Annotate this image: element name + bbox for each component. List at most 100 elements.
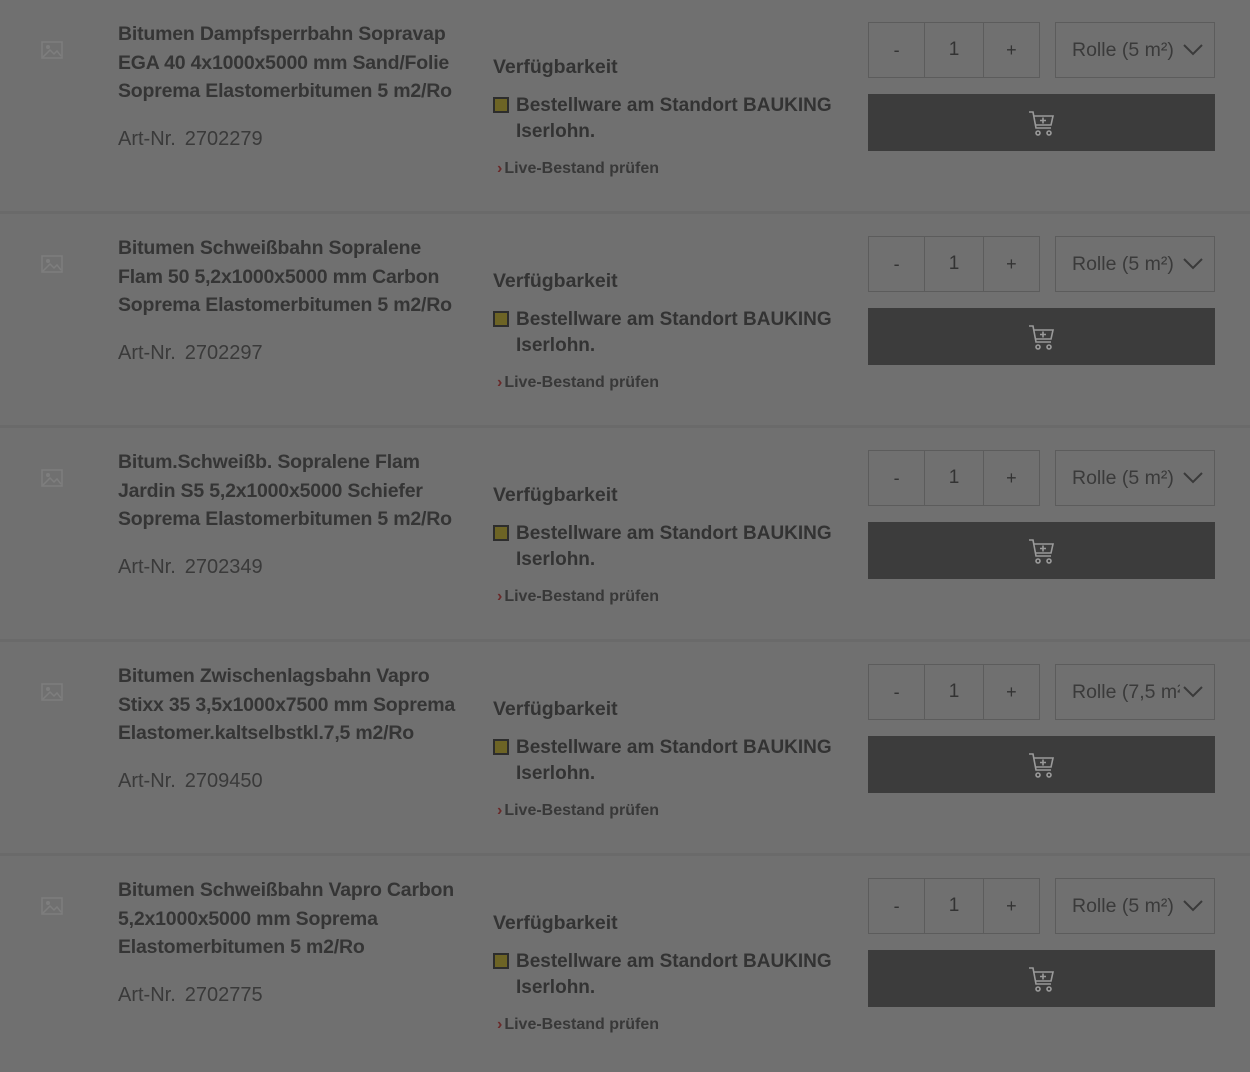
increment-button[interactable]: + (984, 23, 1039, 77)
art-nr-value: 2709450 (184, 770, 263, 792)
status-text: Bestellware am Standort BAUKING Iserlohn… (516, 737, 832, 784)
image-placeholder-icon[interactable] (40, 40, 64, 60)
quantity-stepper: - 1 + (868, 664, 1040, 720)
chevron-down-icon (1183, 472, 1203, 484)
status-text: Bestellware am Standort BAUKING Iserlohn… (516, 523, 832, 570)
unit-value: Rolle (7,5 m²) (1072, 680, 1180, 703)
product-title[interactable]: Bitum.Schweißb. Sopralene Flam Jardin S5… (118, 448, 468, 534)
add-to-cart-button[interactable] (868, 736, 1215, 793)
unit-select[interactable]: Rolle (7,5 m²) (1055, 664, 1215, 720)
product-title[interactable]: Bitumen Zwischenlagsbahn Vapro Stixx 35 … (118, 662, 468, 748)
status-text: Bestellware am Standort BAUKING Iserlohn… (516, 951, 832, 998)
art-nr-value: 2702349 (184, 556, 263, 578)
chevron-down-icon (1183, 686, 1203, 698)
quantity-input[interactable]: 1 (924, 665, 984, 719)
decrement-button[interactable]: - (869, 451, 924, 505)
image-placeholder-icon[interactable] (40, 896, 64, 916)
product-row: Bitumen Zwischenlagsbahn Vapro Stixx 35 … (0, 642, 1250, 856)
increment-button[interactable]: + (984, 451, 1039, 505)
quantity-stepper: - 1 + (868, 450, 1040, 506)
quantity-stepper: - 1 + (868, 878, 1040, 934)
product-row: Bitumen Schweißbahn Vapro Carbon 5,2x100… (0, 856, 1250, 1072)
quantity-input[interactable]: 1 (924, 23, 984, 77)
art-nr-label: Art-Nr. (118, 342, 176, 364)
live-stock-link[interactable]: › Live-Bestand prüfen (497, 1014, 659, 1036)
unit-value: Rolle (5 m²) (1072, 38, 1174, 61)
chevron-right-icon: › (497, 802, 503, 819)
decrement-button[interactable]: - (869, 879, 924, 933)
art-nr-label: Art-Nr. (118, 128, 176, 150)
unit-select[interactable]: Rolle (5 m²) (1055, 878, 1215, 934)
quantity-input[interactable]: 1 (924, 451, 984, 505)
availability-status: Bestellware am Standort BAUKING Iserlohn… (493, 521, 843, 573)
product-title[interactable]: Bitumen Schweißbahn Vapro Carbon 5,2x100… (118, 876, 468, 962)
increment-button[interactable]: + (984, 665, 1039, 719)
increment-button[interactable]: + (984, 237, 1039, 291)
live-stock-link[interactable]: › Live-Bestand prüfen (497, 372, 659, 394)
image-placeholder-icon[interactable] (40, 468, 64, 488)
product-row: Bitumen Schweißbahn Sopralene Flam 50 5,… (0, 214, 1250, 428)
live-stock-link[interactable]: › Live-Bestand prüfen (497, 158, 659, 180)
add-to-cart-button[interactable] (868, 94, 1215, 151)
add-to-cart-button[interactable] (868, 308, 1215, 365)
quantity-input[interactable]: 1 (924, 237, 984, 291)
cart-add-icon (1028, 752, 1054, 778)
unit-value: Rolle (5 m²) (1072, 466, 1174, 489)
unit-select[interactable]: Rolle (5 m²) (1055, 236, 1215, 292)
status-text: Bestellware am Standort BAUKING Iserlohn… (516, 95, 832, 142)
product-row: Bitum.Schweißb. Sopralene Flam Jardin S5… (0, 428, 1250, 642)
status-marker-icon (493, 953, 509, 969)
chevron-right-icon: › (497, 588, 503, 605)
live-stock-label: Live-Bestand prüfen (504, 1016, 660, 1033)
product-list: Bitumen Dampfsperrbahn Sopravap EGA 40 4… (0, 0, 1250, 1072)
status-text: Bestellware am Standort BAUKING Iserlohn… (516, 309, 832, 356)
availability-status: Bestellware am Standort BAUKING Iserlohn… (493, 93, 843, 145)
image-placeholder-icon[interactable] (40, 254, 64, 274)
live-stock-link[interactable]: › Live-Bestand prüfen (497, 586, 659, 608)
status-marker-icon (493, 311, 509, 327)
live-stock-label: Live-Bestand prüfen (504, 588, 660, 605)
product-title[interactable]: Bitumen Dampfsperrbahn Sopravap EGA 40 4… (118, 20, 468, 106)
unit-value: Rolle (5 m²) (1072, 252, 1174, 275)
status-marker-icon (493, 739, 509, 755)
image-placeholder-icon[interactable] (40, 682, 64, 702)
art-nr-value: 2702297 (184, 342, 263, 364)
unit-select[interactable]: Rolle (5 m²) (1055, 22, 1215, 78)
product-title[interactable]: Bitumen Schweißbahn Sopralene Flam 50 5,… (118, 234, 468, 320)
product-row: Bitumen Dampfsperrbahn Sopravap EGA 40 4… (0, 0, 1250, 214)
availability-heading: Verfügbarkeit (493, 484, 618, 506)
decrement-button[interactable]: - (869, 23, 924, 77)
cart-add-icon (1028, 324, 1054, 350)
chevron-right-icon: › (497, 374, 503, 391)
unit-select[interactable]: Rolle (5 m²) (1055, 450, 1215, 506)
live-stock-label: Live-Bestand prüfen (504, 802, 660, 819)
status-marker-icon (493, 97, 509, 113)
cart-add-icon (1028, 966, 1054, 992)
article-number: Art-Nr. 2702775 (118, 982, 263, 1008)
decrement-button[interactable]: - (869, 237, 924, 291)
live-stock-label: Live-Bestand prüfen (504, 374, 660, 391)
art-nr-label: Art-Nr. (118, 984, 176, 1006)
add-to-cart-button[interactable] (868, 522, 1215, 579)
availability-status: Bestellware am Standort BAUKING Iserlohn… (493, 949, 843, 1001)
art-nr-label: Art-Nr. (118, 770, 176, 792)
availability-heading: Verfügbarkeit (493, 698, 618, 720)
unit-value: Rolle (5 m²) (1072, 894, 1174, 917)
chevron-down-icon (1183, 900, 1203, 912)
availability-heading: Verfügbarkeit (493, 270, 618, 292)
art-nr-value: 2702279 (184, 128, 263, 150)
quantity-stepper: - 1 + (868, 236, 1040, 292)
quantity-input[interactable]: 1 (924, 879, 984, 933)
decrement-button[interactable]: - (869, 665, 924, 719)
live-stock-link[interactable]: › Live-Bestand prüfen (497, 800, 659, 822)
availability-status: Bestellware am Standort BAUKING Iserlohn… (493, 735, 843, 787)
status-marker-icon (493, 525, 509, 541)
cart-add-icon (1028, 110, 1054, 136)
add-to-cart-button[interactable] (868, 950, 1215, 1007)
article-number: Art-Nr. 2702279 (118, 126, 263, 152)
chevron-right-icon: › (497, 160, 503, 177)
chevron-down-icon (1183, 44, 1203, 56)
increment-button[interactable]: + (984, 879, 1039, 933)
availability-status: Bestellware am Standort BAUKING Iserlohn… (493, 307, 843, 359)
availability-heading: Verfügbarkeit (493, 912, 618, 934)
